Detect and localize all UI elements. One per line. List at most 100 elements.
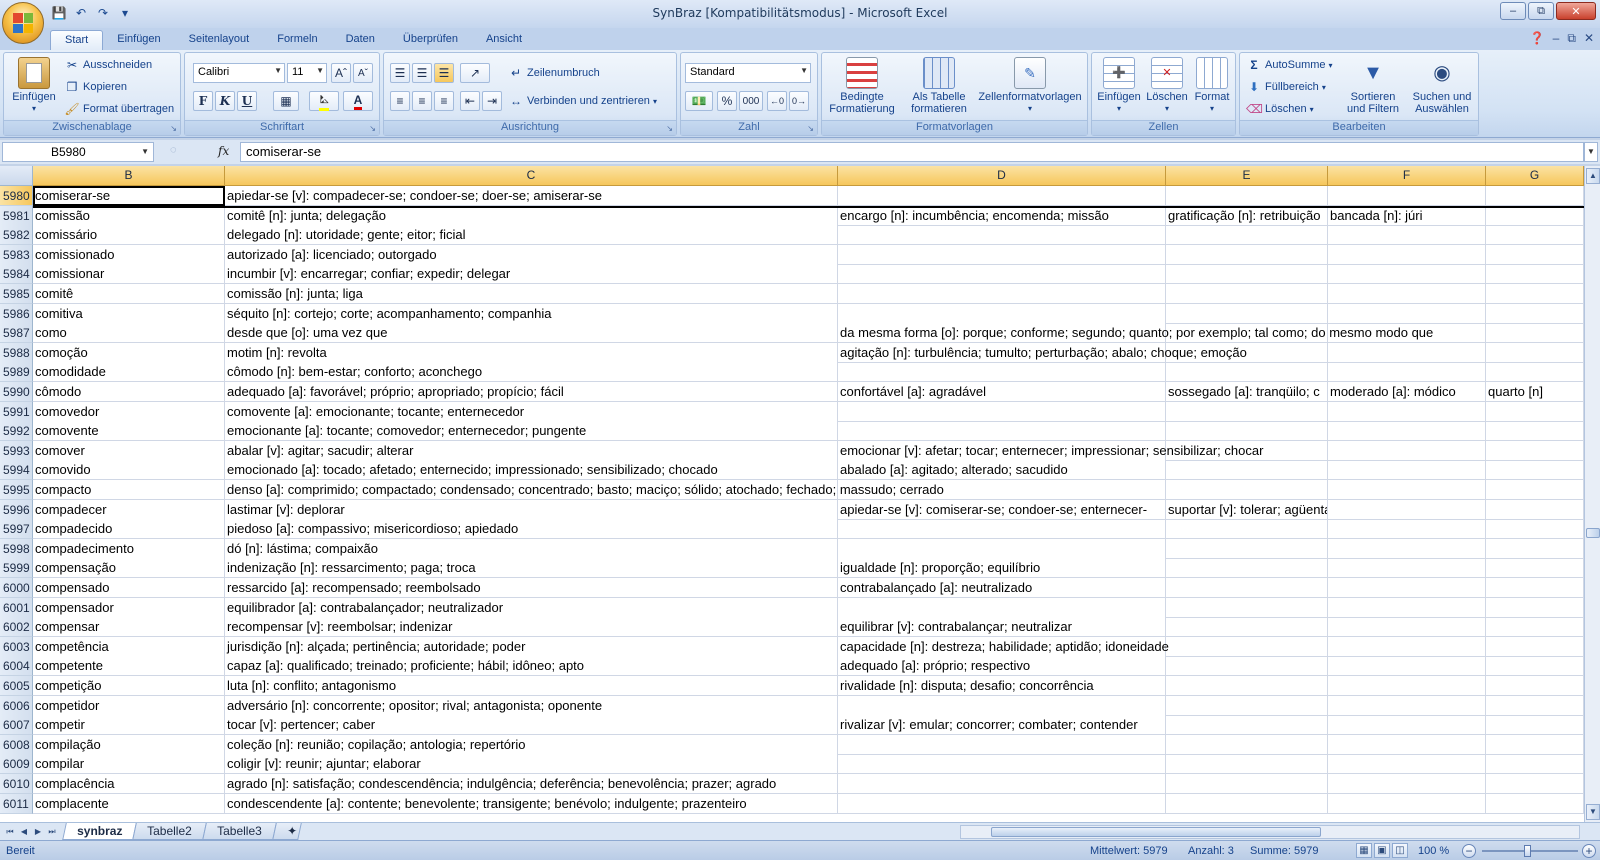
cell-c[interactable]: jurisdição [n]: alçada; pertinência; aut…: [225, 637, 838, 657]
cell-f[interactable]: [1328, 225, 1486, 245]
cell-b[interactable]: complacência: [33, 774, 225, 794]
row-header[interactable]: 6009: [0, 754, 33, 774]
cell-e[interactable]: suportar [v]: tolerar; agüentar; consent…: [1166, 500, 1328, 520]
row-header[interactable]: 6010: [0, 774, 33, 794]
row-header[interactable]: 5982: [0, 225, 33, 245]
cell-e[interactable]: [1166, 421, 1328, 441]
horizontal-scroll-thumb[interactable]: [991, 827, 1321, 837]
cell-styles-button[interactable]: ✎ Zellenformatvorlagen ▾: [974, 57, 1086, 115]
insert-cells-button[interactable]: ➕ Einfügen ▾: [1094, 57, 1144, 115]
cell-c[interactable]: adequado [a]: favorável; próprio; apropr…: [225, 382, 838, 402]
cell-b[interactable]: competidor: [33, 696, 225, 716]
workbook-close-icon[interactable]: ✕: [1584, 31, 1594, 46]
cell-c[interactable]: séquito [n]: cortejo; corte; acompanhame…: [225, 304, 838, 324]
cell-f[interactable]: [1328, 676, 1486, 696]
cell-b[interactable]: compensador: [33, 598, 225, 618]
cell-c[interactable]: adversário [n]: concorrente; opositor; r…: [225, 696, 838, 716]
cell-e[interactable]: [1166, 696, 1328, 716]
cell-f[interactable]: [1328, 637, 1486, 657]
cell-g[interactable]: [1486, 676, 1584, 696]
fill-color-button[interactable]: ⛡: [309, 91, 339, 111]
cell-d[interactable]: encargo [n]: incumbência; encomenda; mis…: [838, 206, 1166, 226]
cell-e[interactable]: [1166, 637, 1328, 657]
cell-c[interactable]: lastimar [v]: deplorar: [225, 500, 838, 520]
cell-f[interactable]: [1328, 598, 1486, 618]
cell-e[interactable]: [1166, 186, 1328, 206]
row-header[interactable]: 5987: [0, 323, 33, 343]
cell-d[interactable]: [838, 284, 1166, 304]
cell-g[interactable]: [1486, 304, 1584, 324]
cell-d[interactable]: rivalidade [n]: disputa; desafio; concor…: [838, 676, 1166, 696]
scroll-thumb[interactable]: [1586, 528, 1600, 538]
cell-e[interactable]: [1166, 539, 1328, 559]
row-header[interactable]: 6004: [0, 656, 33, 676]
cell-c[interactable]: coleção [n]: reunião; copilação; antolog…: [225, 735, 838, 755]
cell-b[interactable]: compadecer: [33, 500, 225, 520]
tab-einfuegen[interactable]: Einfügen: [103, 30, 174, 50]
cell-e[interactable]: [1166, 656, 1328, 676]
cell-b[interactable]: cômodo: [33, 382, 225, 402]
prev-sheet-icon[interactable]: ◀: [18, 825, 30, 838]
cell-f[interactable]: [1328, 343, 1486, 363]
row-header[interactable]: 6001: [0, 598, 33, 618]
page-layout-view-icon[interactable]: ▣: [1374, 843, 1390, 858]
cell-e[interactable]: [1166, 578, 1328, 598]
orientation-button[interactable]: ↗: [460, 63, 490, 83]
row-header[interactable]: 6011: [0, 794, 33, 814]
row-header[interactable]: 5997: [0, 519, 33, 539]
thousands-button[interactable]: 000: [739, 91, 763, 111]
cell-g[interactable]: [1486, 206, 1584, 226]
cell-e[interactable]: [1166, 598, 1328, 618]
cell-g[interactable]: [1486, 598, 1584, 618]
row-header[interactable]: 6005: [0, 676, 33, 696]
merge-center-button[interactable]: ↔ Verbinden und zentrieren ▾: [508, 93, 657, 109]
cell-d[interactable]: [838, 539, 1166, 559]
cell-d[interactable]: apiedar-se [v]: comiserar-se; condoer-se…: [838, 500, 1166, 520]
cell-b[interactable]: como: [33, 323, 225, 343]
number-format-combo[interactable]: Standard ▼: [685, 63, 811, 83]
row-header[interactable]: 6006: [0, 696, 33, 716]
cell-d[interactable]: rivalizar [v]: emular; concorrer; combat…: [838, 715, 1166, 735]
cell-e[interactable]: [1166, 519, 1328, 539]
cell-g[interactable]: [1486, 245, 1584, 265]
cell-g[interactable]: [1486, 225, 1584, 245]
row-header[interactable]: 5981: [0, 206, 33, 226]
cell-e[interactable]: gratificação [n]: retribuição: [1166, 206, 1328, 226]
cell-g[interactable]: [1486, 186, 1584, 206]
cell-e[interactable]: [1166, 754, 1328, 774]
row-header[interactable]: 5993: [0, 441, 33, 461]
row-header[interactable]: 5992: [0, 421, 33, 441]
cell-g[interactable]: [1486, 402, 1584, 422]
row-header[interactable]: 6003: [0, 637, 33, 657]
row-header[interactable]: 5994: [0, 460, 33, 480]
close-button[interactable]: ✕: [1556, 2, 1596, 20]
cell-e[interactable]: [1166, 362, 1328, 382]
copy-button[interactable]: ❐ Kopieren: [64, 79, 127, 95]
cell-e[interactable]: [1166, 676, 1328, 696]
cell-e[interactable]: [1166, 245, 1328, 265]
clipboard-dialog-launcher-icon[interactable]: ↘: [170, 124, 177, 133]
cell-b[interactable]: comover: [33, 441, 225, 461]
row-header[interactable]: 5985: [0, 284, 33, 304]
cell-g[interactable]: [1486, 284, 1584, 304]
first-sheet-icon[interactable]: ⏮: [4, 825, 16, 838]
row-header[interactable]: 6007: [0, 715, 33, 735]
row-header[interactable]: 5983: [0, 245, 33, 265]
normal-view-icon[interactable]: ▦: [1356, 843, 1372, 858]
cell-b[interactable]: comiserar-se: [33, 186, 225, 206]
row-header[interactable]: 5990: [0, 382, 33, 402]
grow-font-button[interactable]: Aˆ: [331, 63, 351, 83]
format-painter-button[interactable]: 🖌 Format übertragen: [64, 101, 174, 117]
cell-b[interactable]: comoção: [33, 343, 225, 363]
cell-c[interactable]: capaz [a]: qualificado; treinado; profic…: [225, 656, 838, 676]
cell-f[interactable]: [1328, 696, 1486, 716]
office-button[interactable]: [2, 2, 44, 44]
cell-c[interactable]: emocionado [a]: tocado; afetado; enterne…: [225, 460, 838, 480]
cell-b[interactable]: compensado: [33, 578, 225, 598]
zoom-in-icon[interactable]: +: [1582, 844, 1596, 858]
row-header[interactable]: 6008: [0, 735, 33, 755]
cell-d[interactable]: [838, 774, 1166, 794]
cell-c[interactable]: apiedar-se [v]: compadecer-se; condoer-s…: [225, 186, 838, 206]
cell-e[interactable]: [1166, 774, 1328, 794]
cell-c[interactable]: emocionante [a]: tocante; comovedor; ent…: [225, 421, 838, 441]
